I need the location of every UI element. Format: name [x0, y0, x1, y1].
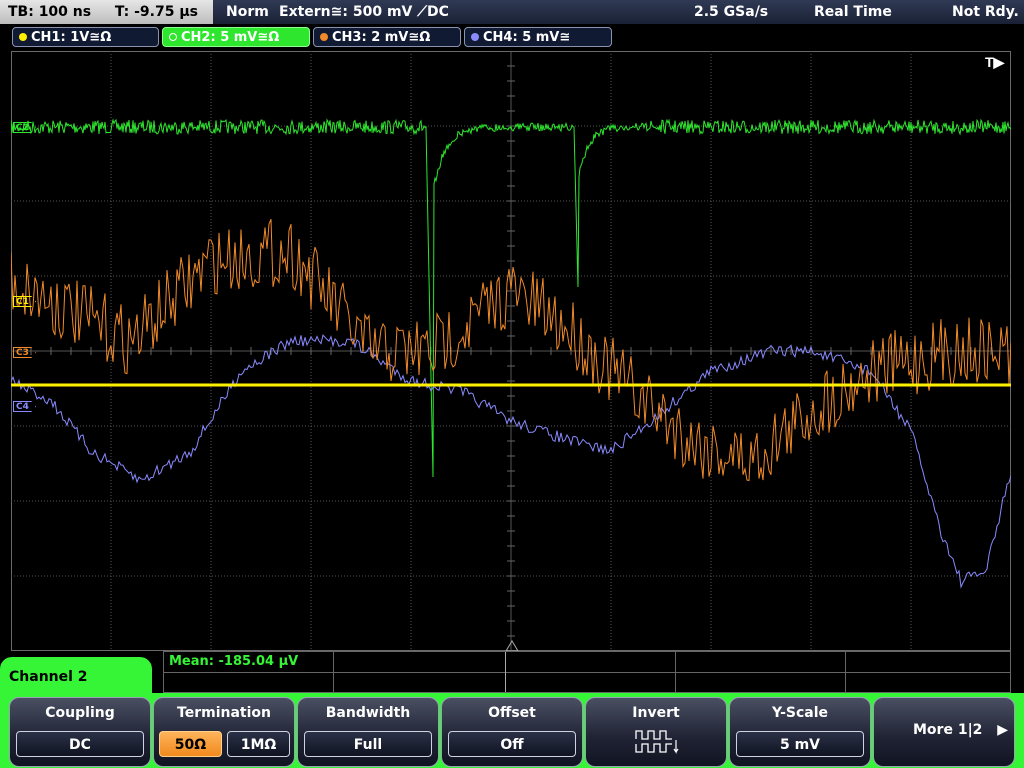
tab-ch3[interactable]: CH3: 2 mV≅Ω [313, 27, 461, 47]
ch2-color-icon [169, 33, 177, 41]
bandwidth-label: Bandwidth [325, 705, 411, 721]
coupling-label: Coupling [45, 705, 115, 721]
ch4-color-icon [471, 33, 479, 41]
timebase-readout[interactable]: TB: 100 ns T: -9.75 µs [0, 0, 213, 24]
offset-value: Off [448, 731, 576, 757]
offset-label: Offset [488, 705, 536, 721]
run-status: Not Rdy. [952, 4, 1019, 20]
ch4-label: CH4: 5 mV≅ [483, 30, 571, 45]
ch1-label: CH1: 1V≅Ω [31, 30, 112, 45]
bandwidth-softkey[interactable]: Bandwidth Full [297, 697, 439, 767]
coupling-softkey[interactable]: Coupling DC [9, 697, 151, 767]
y-scale-value: 5 mV [736, 731, 864, 757]
y-scale-softkey[interactable]: Y-Scale 5 mV [729, 697, 871, 767]
right-arrow-icon: ▶ [997, 722, 1008, 738]
termination-softkey[interactable]: Termination 50Ω 1MΩ [153, 697, 295, 767]
waveform-display[interactable]: T▶ [11, 51, 1011, 651]
trigger-time-value: T: -9.75 µs [114, 4, 198, 20]
invert-label: Invert [632, 705, 680, 721]
offset-softkey[interactable]: Offset Off [441, 697, 583, 767]
more-softkey[interactable]: More 1|2 ▶ [873, 697, 1015, 767]
tab-ch1[interactable]: CH1: 1V≅Ω [12, 27, 159, 47]
termination-50ohm-option[interactable]: 50Ω [159, 731, 222, 757]
tab-ch2[interactable]: CH2: 5 mV≅Ω [162, 27, 310, 47]
invert-waveform-icon [635, 730, 679, 754]
bandwidth-value: Full [304, 731, 432, 757]
ch2-offset-marker[interactable]: C2 [13, 122, 36, 133]
ch3-color-icon [320, 33, 328, 41]
ch3-label: CH3: 2 mV≅Ω [332, 30, 431, 45]
ch4-offset-marker[interactable]: C4 [13, 401, 36, 412]
ch3-offset-marker[interactable]: C3 [13, 347, 36, 358]
y-scale-label: Y-Scale [771, 705, 828, 721]
trigger-mode[interactable]: Norm [226, 0, 269, 24]
ch1-offset-marker[interactable]: C1 [13, 296, 36, 307]
trigger-source[interactable]: Extern≅: 500 mV ⟋DC [279, 0, 449, 24]
timebase-value: TB: 100 ns [8, 4, 92, 20]
trigger-position-marker[interactable]: T▶ [985, 54, 1006, 70]
invert-softkey[interactable]: Invert [585, 697, 727, 767]
sample-rate: 2.5 GSa/s [694, 4, 769, 20]
ch2-label: CH2: 5 mV≅Ω [181, 30, 280, 45]
measurement-panel[interactable]: Mean: -185.04 µV [163, 651, 1011, 693]
acquisition-mode: Real Time [814, 4, 892, 20]
termination-1mohm-option[interactable]: 1MΩ [227, 731, 290, 757]
coupling-value: DC [16, 731, 144, 757]
menu-title: Channel 2 [0, 657, 152, 697]
tab-ch4[interactable]: CH4: 5 mV≅ [464, 27, 612, 47]
termination-label: Termination [177, 705, 271, 721]
ch1-color-icon [19, 33, 27, 41]
mean-measurement: Mean: -185.04 µV [169, 654, 299, 669]
more-label: More 1|2 [913, 722, 983, 738]
